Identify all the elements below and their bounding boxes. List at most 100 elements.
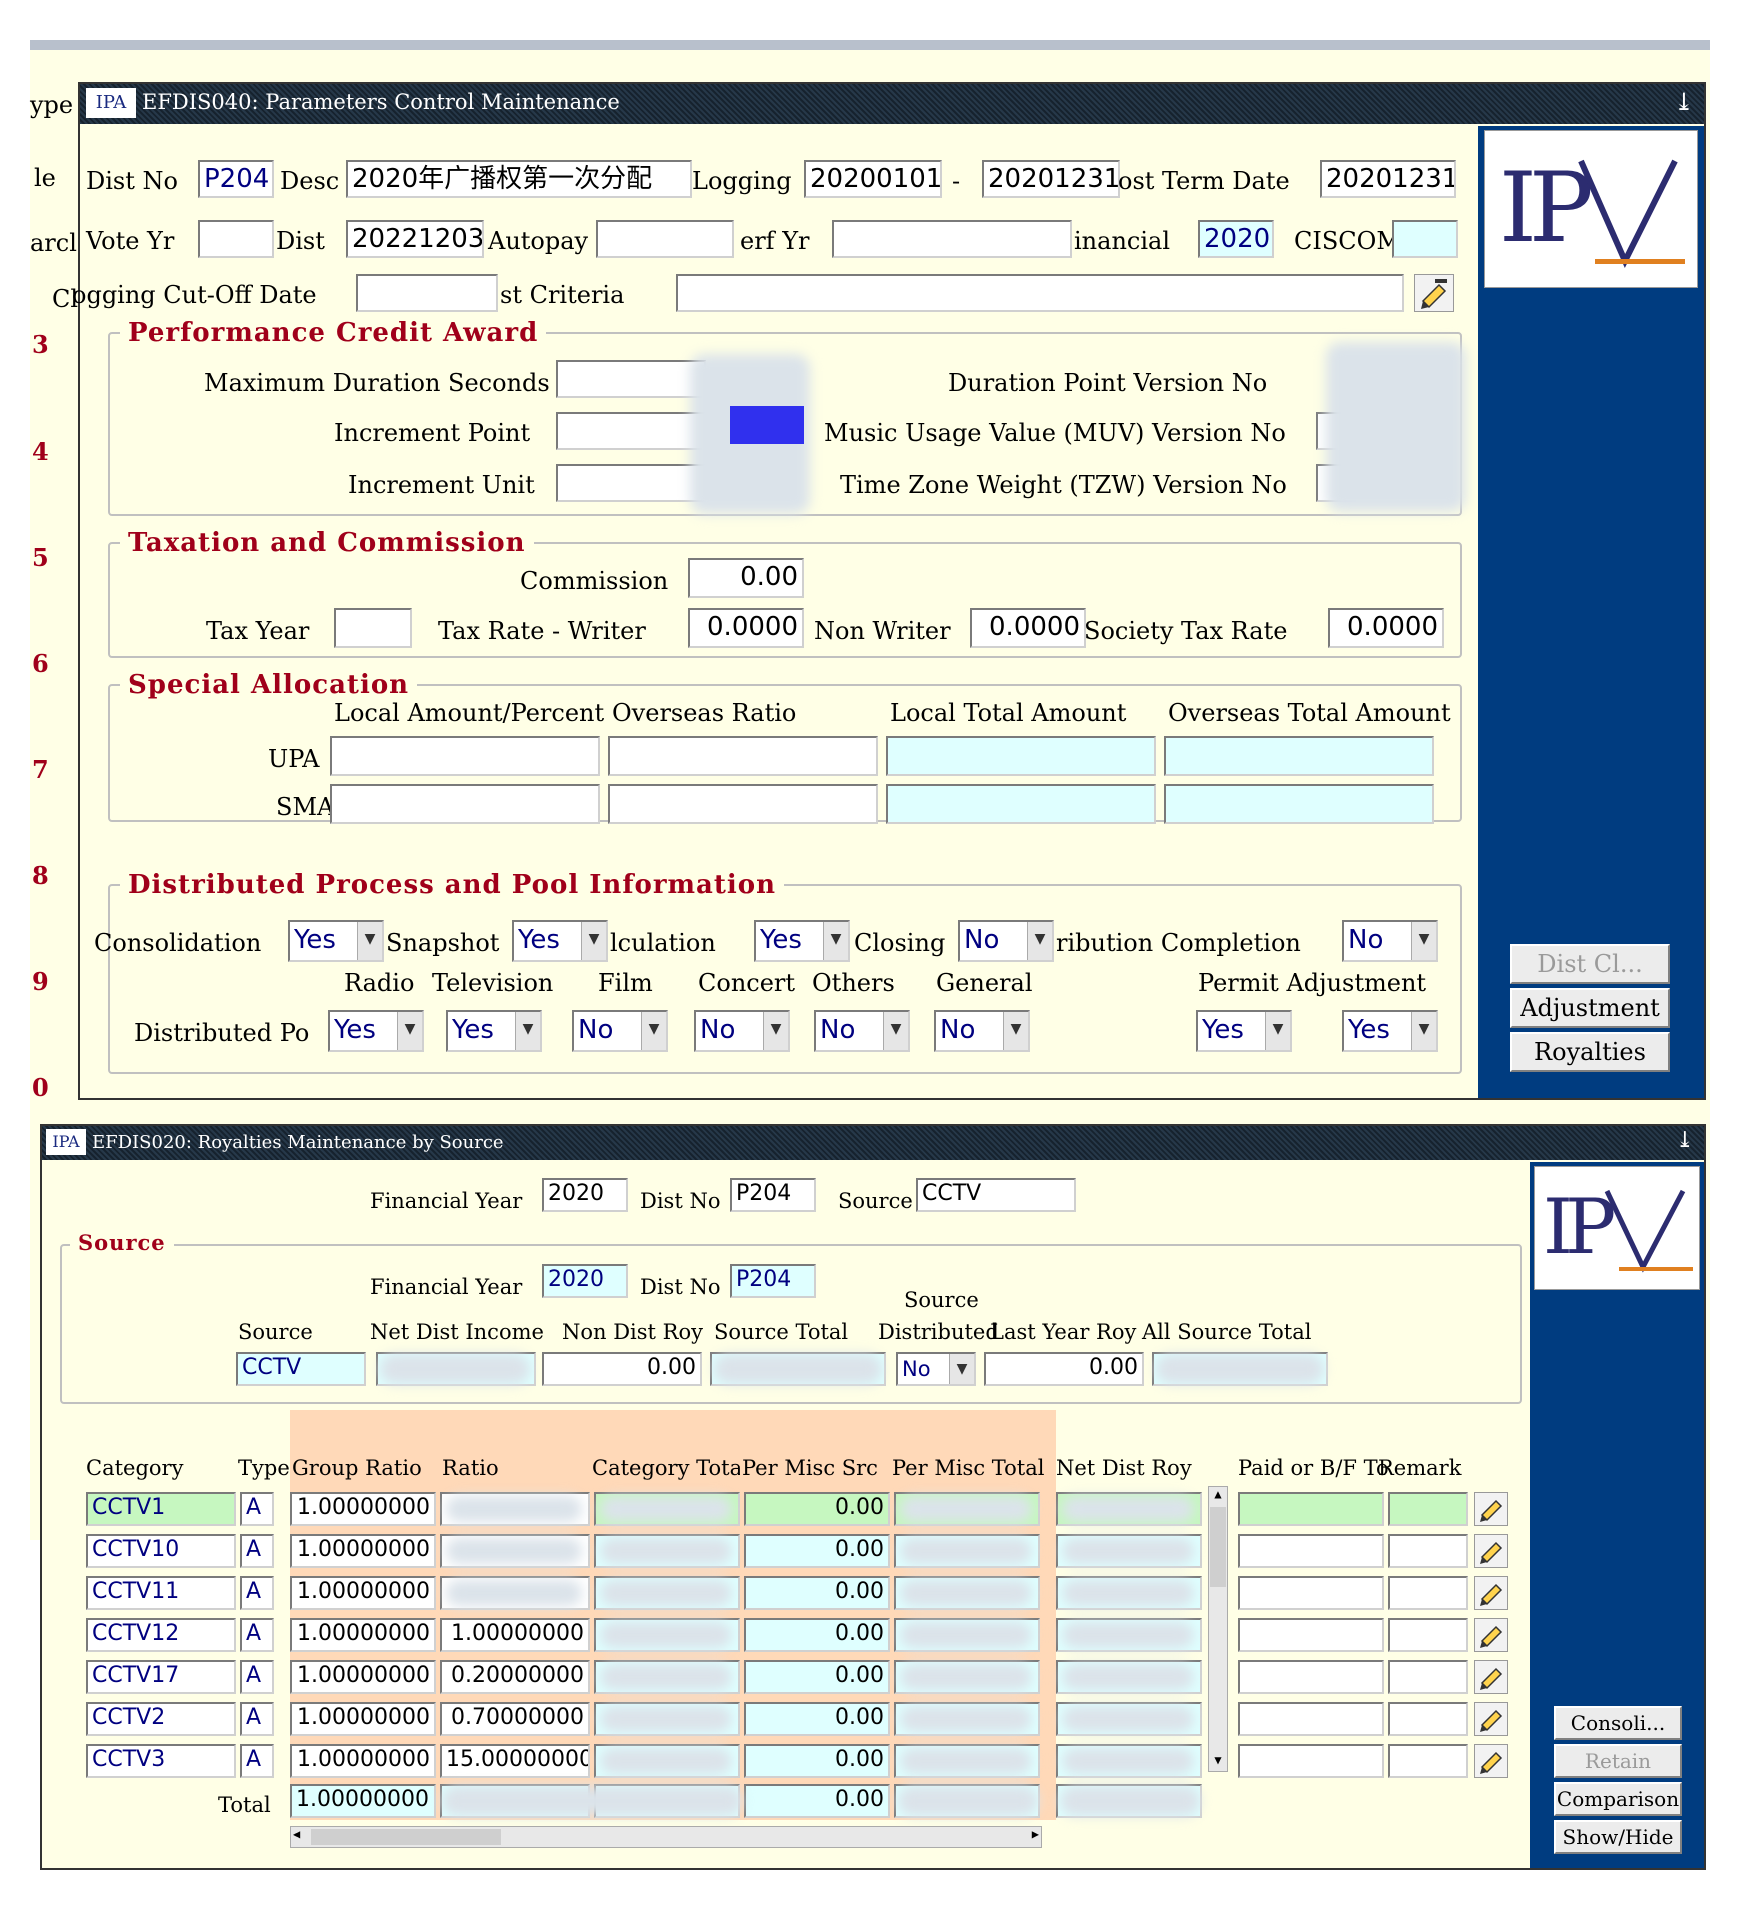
permit-select[interactable]: Yes ▼ [1196,1010,1292,1052]
scroll-down-icon[interactable]: ▼ [1209,1753,1227,1771]
vote-yr-field[interactable] [198,220,274,258]
dist-no-field[interactable]: P204 [198,160,274,198]
category-field[interactable]: CCTV12 [86,1618,236,1652]
chevron-down-icon[interactable]: ▼ [397,1012,422,1050]
edit-pencil-icon[interactable] [1474,1576,1508,1610]
snapshot-select[interactable]: Yes ▼ [512,920,608,962]
dist-date-field[interactable]: 20221203 [346,220,484,258]
cutoff-date-field[interactable] [356,274,498,312]
increment-point-field[interactable] [556,412,706,450]
radio-select[interactable]: Yes ▼ [328,1010,424,1052]
vertical-scrollbar[interactable]: ▲ ▼ [1208,1486,1228,1772]
chevron-down-icon[interactable]: ▼ [581,922,606,960]
type-field[interactable]: A [240,1576,274,1610]
chevron-down-icon[interactable]: ▼ [823,922,848,960]
type-field[interactable]: A [240,1660,274,1694]
ratio-field[interactable]: 0.70000000 [440,1702,590,1736]
window-title-bar[interactable]: IPA EFDIS040: Parameters Control Mainten… [80,84,1704,124]
minimize-icon[interactable]: ⤓ [1674,88,1694,116]
window-title-bar[interactable]: IPA EFDIS020: Royalties Maintenance by S… [42,1126,1704,1160]
query-dist-no-field[interactable]: P204 [730,1178,816,1212]
chevron-down-icon[interactable]: ▼ [1003,1012,1028,1050]
type-field[interactable]: A [240,1492,274,1526]
chevron-down-icon[interactable]: ▼ [883,1012,908,1050]
group-ratio-field[interactable]: 1.00000000 [290,1744,436,1778]
others-select[interactable]: No ▼ [814,1010,910,1052]
upa-overseas-field[interactable] [608,736,878,776]
calculation-select[interactable]: Yes ▼ [754,920,850,962]
scroll-thumb[interactable] [1210,1507,1226,1587]
query-financial-year-field[interactable]: 2020 [542,1178,628,1212]
edit-pencil-icon[interactable] [1474,1702,1508,1736]
chevron-down-icon[interactable]: ▼ [1411,1012,1436,1050]
royalties-button[interactable]: Royalties [1510,1032,1670,1072]
chevron-down-icon[interactable]: ▼ [357,922,382,960]
perf-yr-field[interactable] [832,220,1072,258]
paid-bf-field[interactable] [1238,1534,1384,1568]
per-misc-src-field[interactable]: 0.00 [744,1492,890,1526]
paid-bf-field[interactable] [1238,1618,1384,1652]
remark-field[interactable] [1388,1492,1468,1526]
category-field[interactable]: CCTV2 [86,1702,236,1736]
type-field[interactable]: A [240,1744,274,1778]
show-hide-button[interactable]: Show/Hide [1554,1820,1682,1854]
society-tax-rate-field[interactable]: 0.0000 [1328,608,1444,648]
tax-year-field[interactable] [334,608,412,648]
edit-pencil-icon[interactable] [1474,1744,1508,1778]
horizontal-scrollbar[interactable]: ◀ ▶ [290,1826,1042,1848]
minimize-icon[interactable]: ⤓ [1676,1128,1694,1153]
category-field[interactable]: CCTV11 [86,1576,236,1610]
non-dist-roy-field[interactable]: 0.00 [542,1352,702,1386]
comparison-button[interactable]: Comparison [1554,1782,1682,1816]
consolidate-button[interactable]: Consoli... [1554,1706,1682,1740]
tax-rate-writer-field[interactable]: 0.0000 [688,608,804,648]
edit-pencil-icon[interactable] [1414,274,1454,312]
criteria-field[interactable] [676,274,1404,312]
concert-select[interactable]: No ▼ [694,1010,790,1052]
autopay-field[interactable] [596,220,734,258]
film-select[interactable]: No ▼ [572,1010,668,1052]
group-ratio-field[interactable]: 1.00000000 [290,1618,436,1652]
adjustment-button[interactable]: Adjustment [1510,988,1670,1028]
query-source-field[interactable]: CCTV [916,1178,1076,1212]
sma-local-total-field[interactable] [886,784,1156,824]
post-term-date-field[interactable]: 20201231 [1320,160,1456,198]
dist-close-button[interactable]: Dist Cl... [1510,944,1670,984]
group-ratio-field[interactable]: 1.00000000 [290,1702,436,1736]
chevron-down-icon[interactable]: ▼ [1027,922,1052,960]
remark-field[interactable] [1388,1576,1468,1610]
paid-bf-field[interactable] [1238,1744,1384,1778]
source-distributed-select[interactable]: No ▼ [896,1352,976,1386]
chevron-down-icon[interactable]: ▼ [763,1012,788,1050]
category-field[interactable]: CCTV17 [86,1660,236,1694]
paid-bf-field[interactable] [1238,1492,1384,1526]
scroll-left-icon[interactable]: ◀ [293,1827,300,1841]
chevron-down-icon[interactable]: ▼ [1265,1012,1290,1050]
scroll-thumb[interactable] [311,1829,501,1845]
remark-field[interactable] [1388,1660,1468,1694]
ratio-field[interactable]: 1.00000000 [440,1618,590,1652]
desc-field[interactable]: 2020年广播权第一次分配 [346,160,692,198]
general-select[interactable]: No ▼ [934,1010,1030,1052]
per-misc-src-field[interactable]: 0.00 [744,1534,890,1568]
group-ratio-field[interactable]: 1.00000000 [290,1660,436,1694]
paid-bf-field[interactable] [1238,1702,1384,1736]
per-misc-src-field[interactable]: 0.00 [744,1702,890,1736]
category-field[interactable]: CCTV1 [86,1492,236,1526]
source-financial-year-field[interactable]: 2020 [542,1264,628,1298]
source-dist-no-field[interactable]: P204 [730,1264,816,1298]
per-misc-src-field[interactable]: 0.00 [744,1660,890,1694]
per-misc-src-field[interactable]: 0.00 [744,1576,890,1610]
ratio-field[interactable]: 0.20000000 [440,1660,590,1694]
chevron-down-icon[interactable]: ▼ [515,1012,540,1050]
upa-local-field[interactable] [330,736,600,776]
group-ratio-field[interactable]: 1.00000000 [290,1534,436,1568]
chevron-down-icon[interactable]: ▼ [641,1012,666,1050]
ratio-field[interactable]: 15.00000000 [440,1744,590,1778]
increment-unit-field[interactable] [556,464,706,502]
remark-field[interactable] [1388,1618,1468,1652]
chevron-down-icon[interactable]: ▼ [1411,922,1436,960]
remark-field[interactable] [1388,1702,1468,1736]
per-misc-src-field[interactable]: 0.00 [744,1618,890,1652]
television-select[interactable]: Yes ▼ [446,1010,542,1052]
